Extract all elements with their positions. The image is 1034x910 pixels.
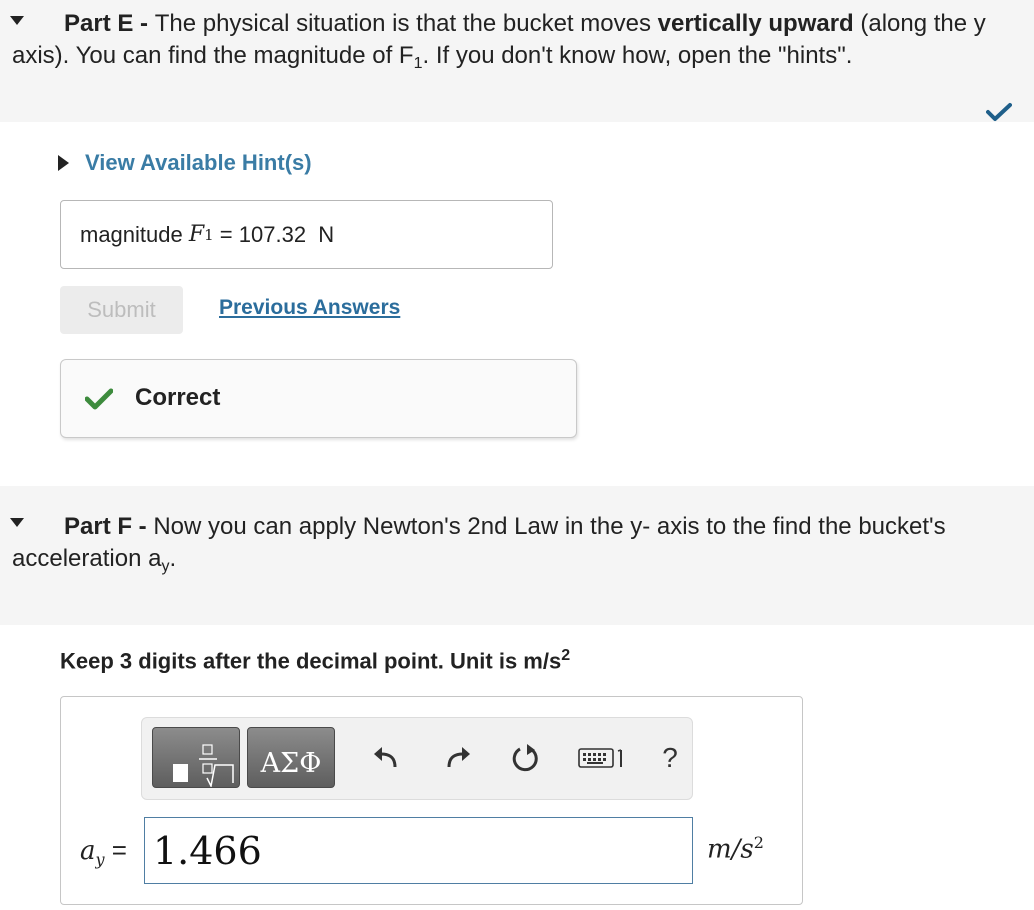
part-e-answer-unit: N bbox=[318, 221, 335, 247]
submit-button[interactable]: Submit bbox=[60, 286, 183, 334]
view-hints-link[interactable]: View Available Hint(s) bbox=[58, 148, 312, 178]
part-e-question: Part E - The physical situation is that … bbox=[12, 10, 986, 72]
part-f-question: Part F - Now you can apply Newton's 2nd … bbox=[12, 513, 946, 575]
previous-answers-link[interactable]: Previous Answers bbox=[219, 296, 400, 320]
keyboard-button[interactable] bbox=[576, 740, 628, 776]
part-e-answer-field: magnitude F1 = 107.32 N bbox=[60, 200, 553, 269]
correct-check-icon bbox=[85, 388, 113, 410]
part-e-answer-value: 107.32 bbox=[238, 221, 307, 247]
math-toolbar: ΑΣΦ ? bbox=[141, 717, 693, 800]
math-editor: ΑΣΦ ? ay = 1.466 m/s2 bbox=[60, 696, 803, 905]
part-e-label: Part E bbox=[64, 10, 134, 37]
part-f-instruction: Keep 3 digits after the decimal point. U… bbox=[60, 647, 571, 674]
unit-label: m/s2 bbox=[707, 833, 764, 865]
reset-button[interactable] bbox=[508, 740, 544, 776]
undo-button[interactable] bbox=[368, 740, 404, 776]
redo-button[interactable] bbox=[440, 740, 476, 776]
help-button[interactable]: ? bbox=[652, 740, 688, 776]
answer-input[interactable]: 1.466 bbox=[144, 817, 693, 884]
greek-symbols-button[interactable]: ΑΣΦ bbox=[247, 727, 335, 788]
part-f-label: Part F bbox=[64, 513, 133, 540]
feedback-box: Correct bbox=[60, 359, 577, 438]
fraction-root-template-icon bbox=[173, 744, 234, 789]
templates-button[interactable] bbox=[152, 727, 240, 789]
reset-icon bbox=[512, 744, 538, 772]
variable-label: ay = bbox=[80, 835, 127, 870]
undo-icon bbox=[374, 747, 397, 768]
feedback-label: Correct bbox=[135, 384, 221, 411]
expand-triangle-icon bbox=[58, 155, 69, 171]
part-e-complete-check-icon bbox=[986, 103, 1012, 121]
keyboard-icon bbox=[578, 748, 622, 768]
redo-icon bbox=[447, 747, 470, 768]
